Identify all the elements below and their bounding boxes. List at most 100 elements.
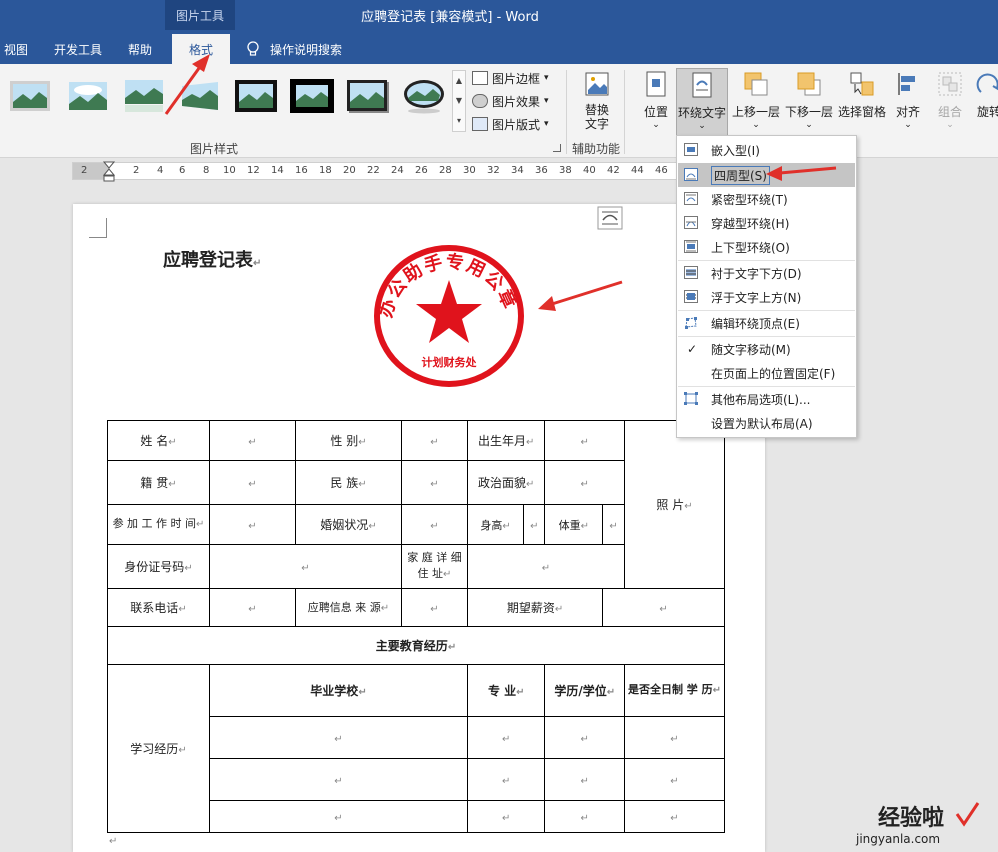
cell-fulltime-1[interactable]: ↵ xyxy=(624,716,725,759)
tab-view[interactable]: 视图 xyxy=(4,34,28,64)
field-name[interactable]: ↵ xyxy=(209,420,296,461)
field-marital[interactable]: ↵ xyxy=(401,504,468,545)
alt-text-icon xyxy=(585,72,609,96)
menu-item-tight[interactable]: 紧密型环绕(T) xyxy=(678,187,855,211)
tab-format[interactable]: 格式 xyxy=(172,34,230,64)
cell-school-3[interactable]: ↵ xyxy=(209,800,468,833)
menu-item-fix-position[interactable]: 在页面上的位置固定(F) xyxy=(678,361,855,385)
layout-options-floating-icon[interactable] xyxy=(597,206,623,230)
picture-style-thick-black[interactable] xyxy=(290,78,334,114)
field-birth[interactable]: ↵ xyxy=(544,420,625,461)
menu-item-behind-text[interactable]: 衬于文字下方(D) xyxy=(678,261,855,285)
bring-forward-button[interactable]: 上移一层 ⌄ xyxy=(730,68,782,138)
section-education-title: 主要教育经历↵ xyxy=(107,626,725,665)
menu-item-through[interactable]: 穿越型环绕(H) xyxy=(678,211,855,235)
header-major: 专 业↵ xyxy=(466,664,546,717)
ribbon-tabs: 视图 开发工具 帮助 操作说明搜索 xyxy=(0,34,998,64)
field-phone[interactable]: ↵ xyxy=(209,588,296,627)
label-source: 应聘信息 来 源↵ xyxy=(295,588,402,627)
rotate-button[interactable]: 旋转 xyxy=(974,68,998,138)
picture-style-shadow-frame[interactable] xyxy=(346,78,390,114)
bring-forward-icon xyxy=(744,72,768,96)
selection-pane-button[interactable]: 选择窗格 xyxy=(836,68,888,138)
field-work-start[interactable]: ↵ xyxy=(209,504,296,545)
picture-style-simple-frame[interactable] xyxy=(8,78,52,114)
tell-me-search[interactable]: 操作说明搜索 xyxy=(246,34,342,64)
menu-item-more-layout[interactable]: 其他布局选项(L)... xyxy=(678,387,855,411)
end-paragraph-mark: ↵ xyxy=(109,836,118,847)
edit-points-icon xyxy=(685,317,697,329)
cell-major-3[interactable]: ↵ xyxy=(466,800,546,833)
cell-major-2[interactable]: ↵ xyxy=(466,758,546,801)
field-hometown[interactable]: ↵ xyxy=(209,460,296,505)
group-icon xyxy=(938,72,962,96)
cell-degree-1[interactable]: ↵ xyxy=(544,716,625,759)
picture-style-perspective[interactable] xyxy=(178,78,222,114)
align-button[interactable]: 对齐 ⌄ xyxy=(888,68,928,138)
through-wrap-icon xyxy=(684,216,698,229)
cell-school-2[interactable]: ↵ xyxy=(209,758,468,801)
cell-degree-3[interactable]: ↵ xyxy=(544,800,625,833)
menu-item-inline[interactable]: 嵌入型(I) xyxy=(678,138,855,162)
picture-border-icon xyxy=(472,71,488,85)
inline-icon xyxy=(684,143,698,156)
field-height[interactable]: ↵ xyxy=(523,504,546,545)
tab-developer[interactable]: 开发工具 xyxy=(54,34,102,64)
picture-style-oval[interactable] xyxy=(402,78,446,114)
watermark-logo: 经验啦 jingyanla.com xyxy=(848,800,998,852)
accessibility-group-label: 辅助功能 xyxy=(572,142,621,156)
menu-item-in-front[interactable]: 浮于文字上方(N) xyxy=(678,285,855,309)
alt-text-button[interactable]: 替换文字 xyxy=(578,68,616,138)
cell-fulltime-3[interactable]: ↵ xyxy=(624,800,725,833)
field-weight[interactable]: ↵ xyxy=(602,504,625,545)
picture-style-soft-edge[interactable] xyxy=(66,78,110,114)
document-page[interactable]: 应聘登记表↵ 办公助手专用公章 计划财务处 姓 名↵ ↵ 性 别↵ ↵ 出生年月… xyxy=(73,204,765,852)
rotate-icon xyxy=(976,73,998,93)
indent-marker-icon[interactable] xyxy=(103,161,115,183)
field-gender[interactable]: ↵ xyxy=(401,420,468,461)
menu-item-square[interactable]: 四周型(S) xyxy=(678,163,855,187)
field-id-number[interactable]: ↵ xyxy=(209,544,402,589)
label-ethnicity: 民 族↵ xyxy=(295,460,402,505)
menu-item-move-with-text[interactable]: ✓ 随文字移动(M) xyxy=(678,337,855,361)
wrap-text-button[interactable]: 环绕文字 ⌄ xyxy=(676,68,728,138)
layout-options-icon xyxy=(684,392,698,405)
search-label: 操作说明搜索 xyxy=(270,42,343,57)
tight-wrap-icon xyxy=(684,192,698,205)
document-title: 应聘登记表 [兼容模式] - Word xyxy=(361,9,539,25)
lightbulb-icon xyxy=(247,41,259,56)
cell-school-1[interactable]: ↵ xyxy=(209,716,468,759)
field-ethnicity[interactable]: ↵ xyxy=(401,460,468,505)
dialog-launcher-icon[interactable] xyxy=(553,144,561,152)
label-id-number: 身份证号码↵ xyxy=(107,544,210,589)
cell-fulltime-2[interactable]: ↵ xyxy=(624,758,725,801)
tab-help[interactable]: 帮助 xyxy=(128,34,152,64)
send-backward-button[interactable]: 下移一层 ⌄ xyxy=(783,68,835,138)
photo-cell[interactable]: 照 片↵ xyxy=(624,420,725,589)
label-name: 姓 名↵ xyxy=(107,420,210,461)
field-address[interactable]: ↵ xyxy=(467,544,625,589)
cell-degree-2[interactable]: ↵ xyxy=(544,758,625,801)
styles-scroll-arrows[interactable]: ▲ ▼ ▾ xyxy=(452,70,466,132)
picture-layout-button[interactable]: 图片版式 ▾ xyxy=(472,114,549,134)
position-button[interactable]: 位置 ⌄ xyxy=(636,68,676,138)
header-degree: 学历/学位↵ xyxy=(544,664,625,717)
horizontal-ruler[interactable]: 2 2 4 6 8 10 12 14 16 18 20 22 24 26 28 … xyxy=(72,161,692,183)
wrap-text-menu: 嵌入型(I) 四周型(S) 紧密型环绕(T) 穿越型环绕(H) 上下型环绕(O)… xyxy=(676,135,857,438)
field-source[interactable]: ↵ xyxy=(401,588,468,627)
picture-style-black-frame[interactable] xyxy=(234,78,278,114)
menu-item-set-default[interactable]: 设置为默认布局(A) xyxy=(678,411,855,435)
group-button[interactable]: 组合 ⌄ xyxy=(930,68,970,138)
menu-item-edit-points[interactable]: 编辑环绕顶点(E) xyxy=(678,311,855,335)
cell-major-1[interactable]: ↵ xyxy=(466,716,546,759)
picture-border-button[interactable]: 图片边框 ▾ xyxy=(472,68,549,88)
field-salary[interactable]: ↵ xyxy=(602,588,725,627)
top-bottom-icon xyxy=(684,240,698,253)
picture-tools-context-tab: 图片工具 xyxy=(165,0,235,30)
company-seal[interactable]: 办公助手专用公章 计划财务处 xyxy=(369,240,529,388)
picture-style-reflected[interactable] xyxy=(122,78,166,114)
menu-item-top-bottom[interactable]: 上下型环绕(O) xyxy=(678,235,855,259)
field-political[interactable]: ↵ xyxy=(544,460,625,505)
position-icon xyxy=(646,71,666,97)
picture-effects-button[interactable]: 图片效果 ▾ xyxy=(472,91,549,111)
